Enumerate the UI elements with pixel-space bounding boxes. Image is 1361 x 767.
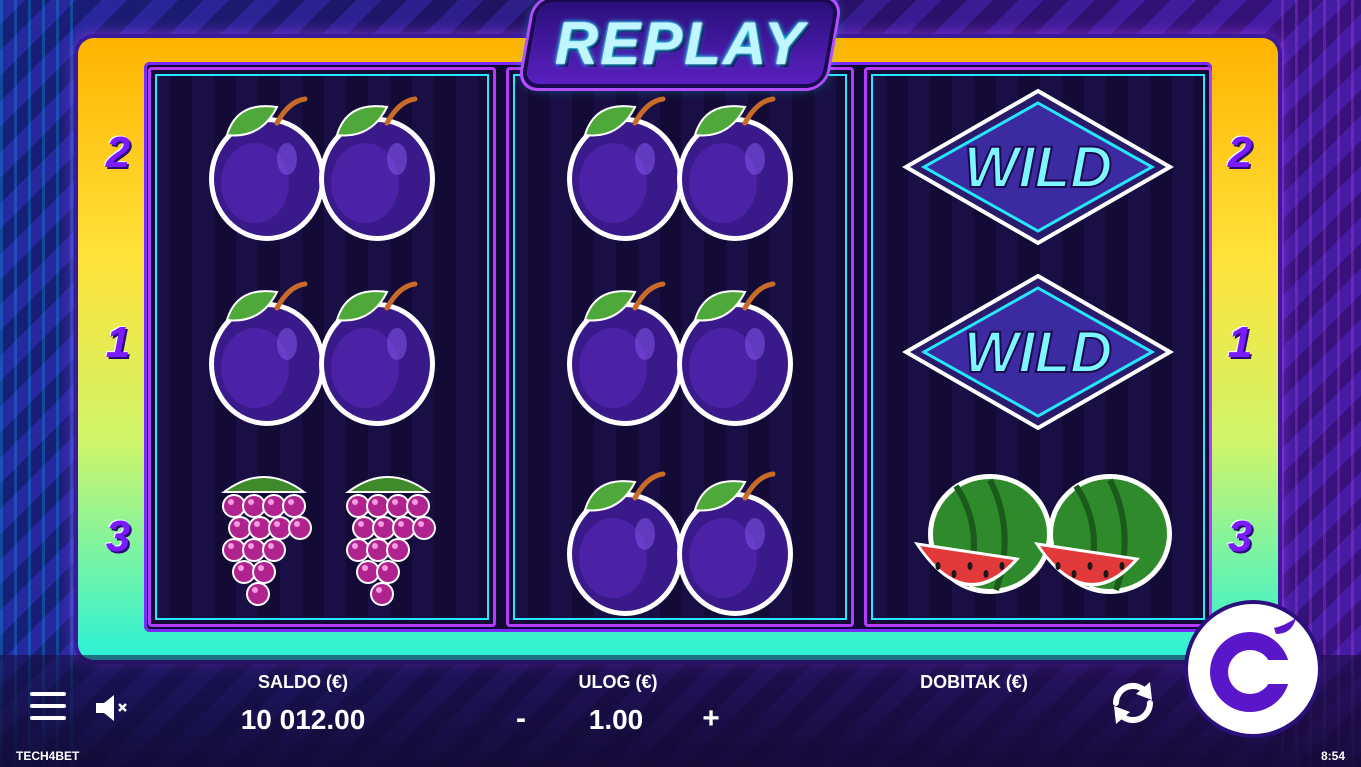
game-title: REPLAY bbox=[554, 9, 806, 77]
ulog-label: ULOG (€) bbox=[578, 672, 658, 692]
payline-number-right: 2 bbox=[1227, 128, 1253, 177]
symbol-wild: WILD bbox=[888, 272, 1188, 432]
dobitak-label: DOBITAK (€) bbox=[920, 672, 1028, 692]
neon-lines-left bbox=[0, 0, 80, 767]
reel-3: WILD WILD bbox=[864, 67, 1212, 627]
payline-number-right: 3 bbox=[1227, 512, 1253, 561]
sound-muted-icon[interactable] bbox=[94, 693, 134, 723]
payline-number-left: 2 bbox=[105, 128, 131, 177]
reel-frame: WILD WILD bbox=[78, 38, 1278, 660]
game-logo: REPLAY bbox=[524, 2, 836, 84]
spin-button[interactable] bbox=[1188, 604, 1318, 734]
refresh-icon bbox=[1112, 682, 1154, 724]
symbol-watermelon bbox=[888, 462, 1188, 622]
payline-number-left: 1 bbox=[105, 318, 131, 367]
saldo-value: 10 012.00 bbox=[240, 704, 366, 735]
symbol-plum bbox=[172, 272, 472, 432]
payline-number-left: 3 bbox=[105, 512, 131, 561]
symbol-plum bbox=[530, 272, 830, 432]
brand-label: TECH4BET bbox=[16, 749, 80, 763]
ulog-value: 1.00 bbox=[588, 704, 644, 735]
bet-increase-button[interactable]: + bbox=[698, 702, 724, 738]
reel-2 bbox=[506, 67, 854, 627]
autoplay-button[interactable] bbox=[1104, 674, 1162, 732]
wild-text: WILD bbox=[964, 320, 1112, 385]
hamburger-menu-icon[interactable] bbox=[30, 692, 66, 722]
saldo-label: SALDO (€) bbox=[258, 672, 348, 692]
wild-text: WILD bbox=[964, 135, 1112, 200]
symbol-grapes bbox=[172, 462, 472, 622]
symbol-plum bbox=[530, 87, 830, 247]
payline-number-right: 1 bbox=[1227, 318, 1253, 367]
spin-icon bbox=[1210, 618, 1296, 712]
reel-area: WILD WILD bbox=[144, 62, 1212, 632]
symbol-wild: WILD bbox=[888, 87, 1188, 247]
symbol-plum bbox=[530, 462, 830, 622]
bet-decrease-button[interactable]: - bbox=[508, 702, 534, 738]
clock: 8:54 bbox=[1320, 749, 1345, 763]
reel-1 bbox=[148, 67, 496, 627]
symbol-plum bbox=[172, 87, 472, 247]
